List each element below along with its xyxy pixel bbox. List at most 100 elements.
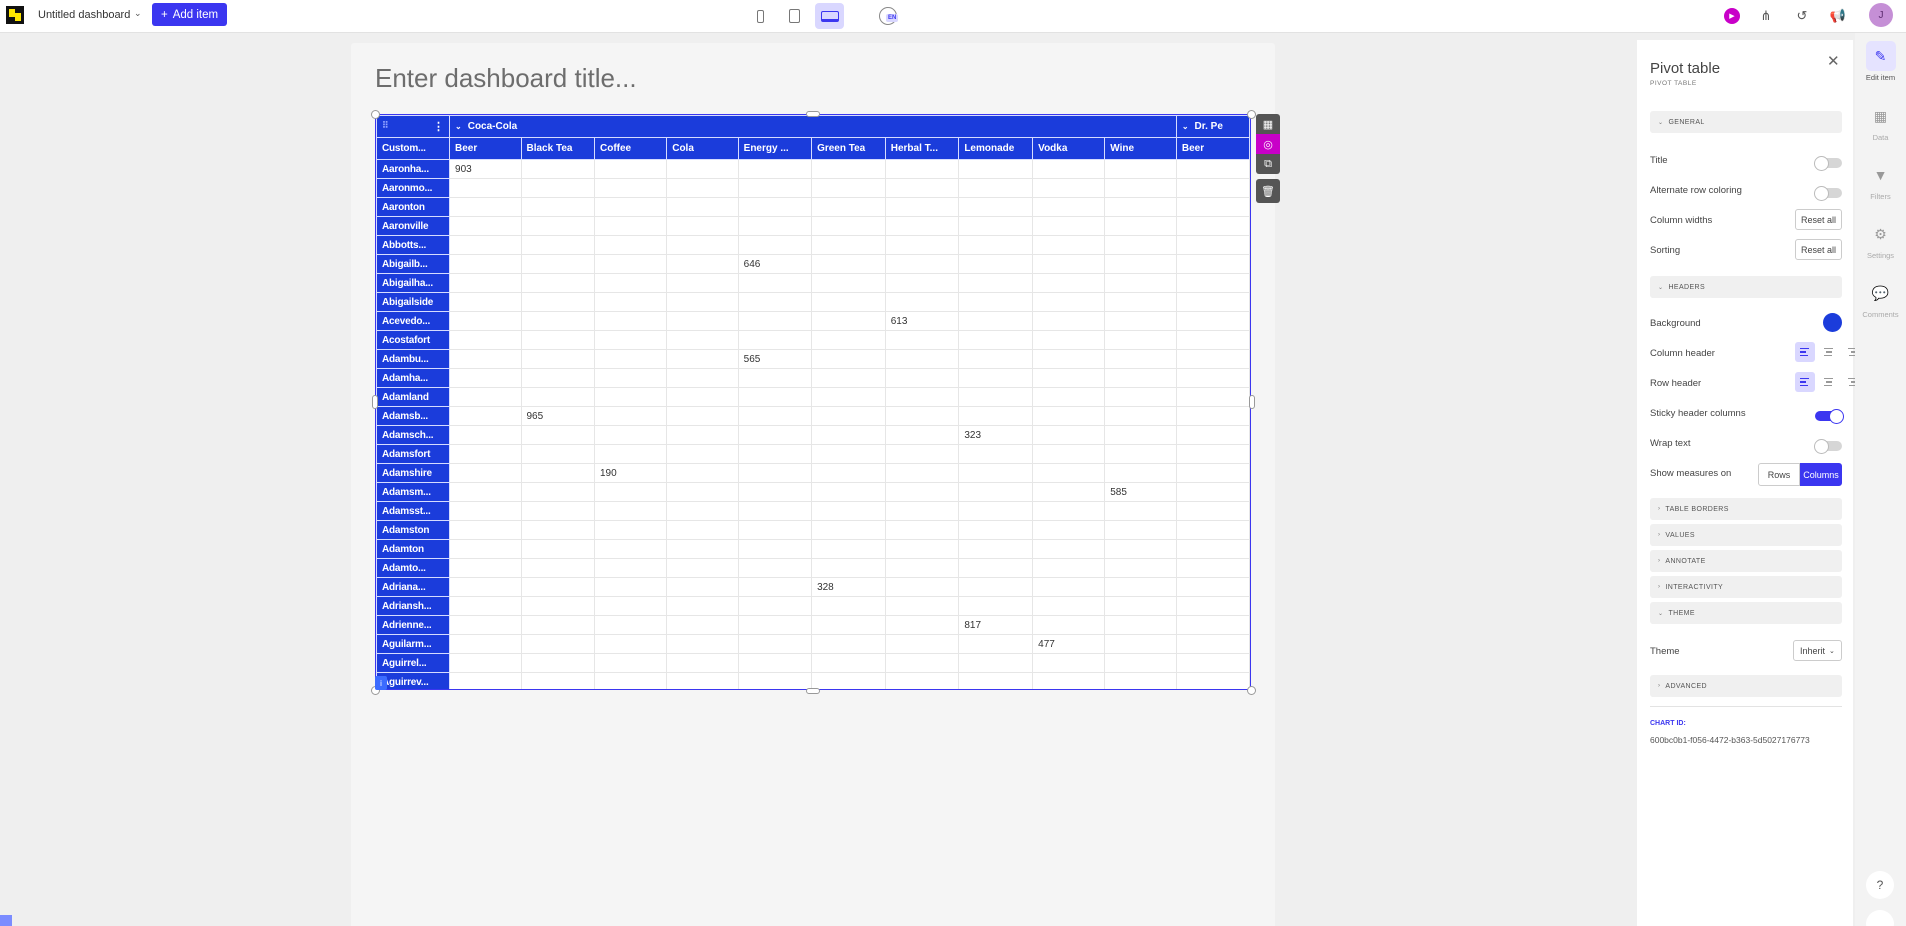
value-cell[interactable] [884, 349, 960, 369]
row-header-cell[interactable]: Adamton [376, 539, 451, 559]
row-header-cell[interactable]: Aaronha... [376, 159, 451, 179]
value-cell[interactable] [449, 672, 522, 689]
value-cell[interactable]: 965 [520, 406, 595, 426]
value-cell[interactable] [449, 501, 522, 521]
row-header-cell[interactable]: Adriana... [376, 577, 451, 597]
value-cell[interactable] [737, 330, 813, 350]
dashboard-name[interactable]: Untitled dashboard [38, 9, 130, 21]
value-cell[interactable] [884, 292, 960, 312]
value-cell[interactable] [1175, 653, 1250, 673]
row-header-cell[interactable]: Adamston [376, 520, 451, 540]
align-left-icon[interactable] [1795, 342, 1815, 362]
row-header-cell[interactable]: Aguirrev... [376, 672, 451, 689]
row-header-cell[interactable]: Adambu... [376, 349, 451, 369]
value-cell[interactable] [520, 292, 595, 312]
value-cell[interactable] [593, 577, 668, 597]
chevron-down-icon[interactable]: ⌄ [134, 8, 142, 19]
row-header-cell[interactable]: Adamland [376, 387, 451, 407]
value-cell[interactable] [1032, 368, 1106, 388]
value-cell[interactable] [666, 634, 739, 654]
value-cell[interactable] [1104, 425, 1177, 445]
value-cell[interactable] [520, 197, 595, 217]
measure-header[interactable]: Beer [449, 137, 522, 160]
value-cell[interactable] [737, 387, 813, 407]
value-cell[interactable] [1104, 159, 1177, 179]
value-cell[interactable] [737, 501, 813, 521]
value-cell[interactable] [666, 330, 739, 350]
value-cell[interactable] [593, 349, 668, 369]
value-cell[interactable] [737, 539, 813, 559]
value-cell[interactable] [958, 672, 1034, 689]
value-cell[interactable] [811, 159, 886, 179]
value-cell[interactable] [1175, 615, 1250, 635]
value-cell[interactable] [1032, 159, 1106, 179]
measure-header[interactable]: Black Tea [520, 137, 595, 160]
resize-handle[interactable] [1249, 395, 1255, 409]
value-cell[interactable] [811, 406, 886, 426]
value-cell[interactable] [811, 444, 886, 464]
value-cell[interactable] [1032, 425, 1106, 445]
value-cell[interactable] [449, 425, 522, 445]
value-cell[interactable] [593, 368, 668, 388]
value-cell[interactable] [1032, 235, 1106, 255]
measure-header[interactable]: Coffee [593, 137, 668, 160]
section-annotate[interactable]: › ANNOTATE [1650, 550, 1842, 572]
value-cell[interactable] [884, 330, 960, 350]
value-cell[interactable] [1104, 520, 1177, 540]
value-cell[interactable] [1104, 463, 1177, 483]
value-cell[interactable] [958, 330, 1034, 350]
more-vertical-icon[interactable]: ⋮ [433, 120, 444, 133]
value-cell[interactable] [593, 330, 668, 350]
value-cell[interactable] [520, 387, 595, 407]
value-cell[interactable] [737, 672, 813, 689]
value-cell[interactable] [449, 178, 522, 198]
value-cell[interactable] [1104, 292, 1177, 312]
value-cell[interactable] [737, 273, 813, 293]
value-cell[interactable] [1175, 387, 1250, 407]
value-cell[interactable] [666, 349, 739, 369]
value-cell[interactable] [449, 368, 522, 388]
value-cell[interactable] [1032, 273, 1106, 293]
row-header-cell[interactable]: Abigailha... [376, 273, 451, 293]
value-cell[interactable] [737, 406, 813, 426]
row-header-cell[interactable]: Adrienne... [376, 615, 451, 635]
mobile-view-button[interactable] [746, 3, 775, 29]
value-cell[interactable] [958, 577, 1034, 597]
value-cell[interactable] [1032, 311, 1106, 331]
value-cell[interactable] [1175, 216, 1250, 236]
value-cell[interactable] [1104, 368, 1177, 388]
value-cell[interactable] [666, 653, 739, 673]
value-cell[interactable] [1104, 406, 1177, 426]
value-cell[interactable] [958, 406, 1034, 426]
value-cell[interactable] [666, 577, 739, 597]
measure-header[interactable]: Wine [1104, 137, 1177, 160]
value-cell[interactable] [593, 558, 668, 578]
row-header-cell[interactable]: Adamha... [376, 368, 451, 388]
value-cell[interactable] [520, 672, 595, 689]
value-cell[interactable] [1104, 197, 1177, 217]
value-cell[interactable] [1104, 178, 1177, 198]
chevron-down-icon[interactable]: ⌄ [1182, 122, 1189, 131]
column-group-header[interactable]: ⌄ Dr. Pe [1175, 115, 1250, 138]
value-cell[interactable] [737, 292, 813, 312]
value-cell[interactable] [666, 558, 739, 578]
value-cell[interactable] [737, 596, 813, 616]
value-cell[interactable] [1104, 615, 1177, 635]
value-cell[interactable] [1104, 254, 1177, 274]
row-header-cell[interactable]: Adamsch... [376, 425, 451, 445]
value-cell[interactable] [1104, 558, 1177, 578]
value-cell[interactable] [520, 520, 595, 540]
value-cell[interactable] [449, 520, 522, 540]
value-cell[interactable] [666, 501, 739, 521]
value-cell[interactable] [520, 349, 595, 369]
value-cell[interactable] [1175, 501, 1250, 521]
value-cell[interactable] [1175, 254, 1250, 274]
value-cell[interactable] [1175, 273, 1250, 293]
value-cell[interactable] [958, 463, 1034, 483]
value-cell[interactable] [884, 558, 960, 578]
value-cell[interactable]: 323 [958, 425, 1034, 445]
value-cell[interactable] [958, 558, 1034, 578]
value-cell[interactable] [737, 577, 813, 597]
rail-data[interactable]: ▦ Data [1855, 101, 1906, 143]
value-cell[interactable] [811, 596, 886, 616]
